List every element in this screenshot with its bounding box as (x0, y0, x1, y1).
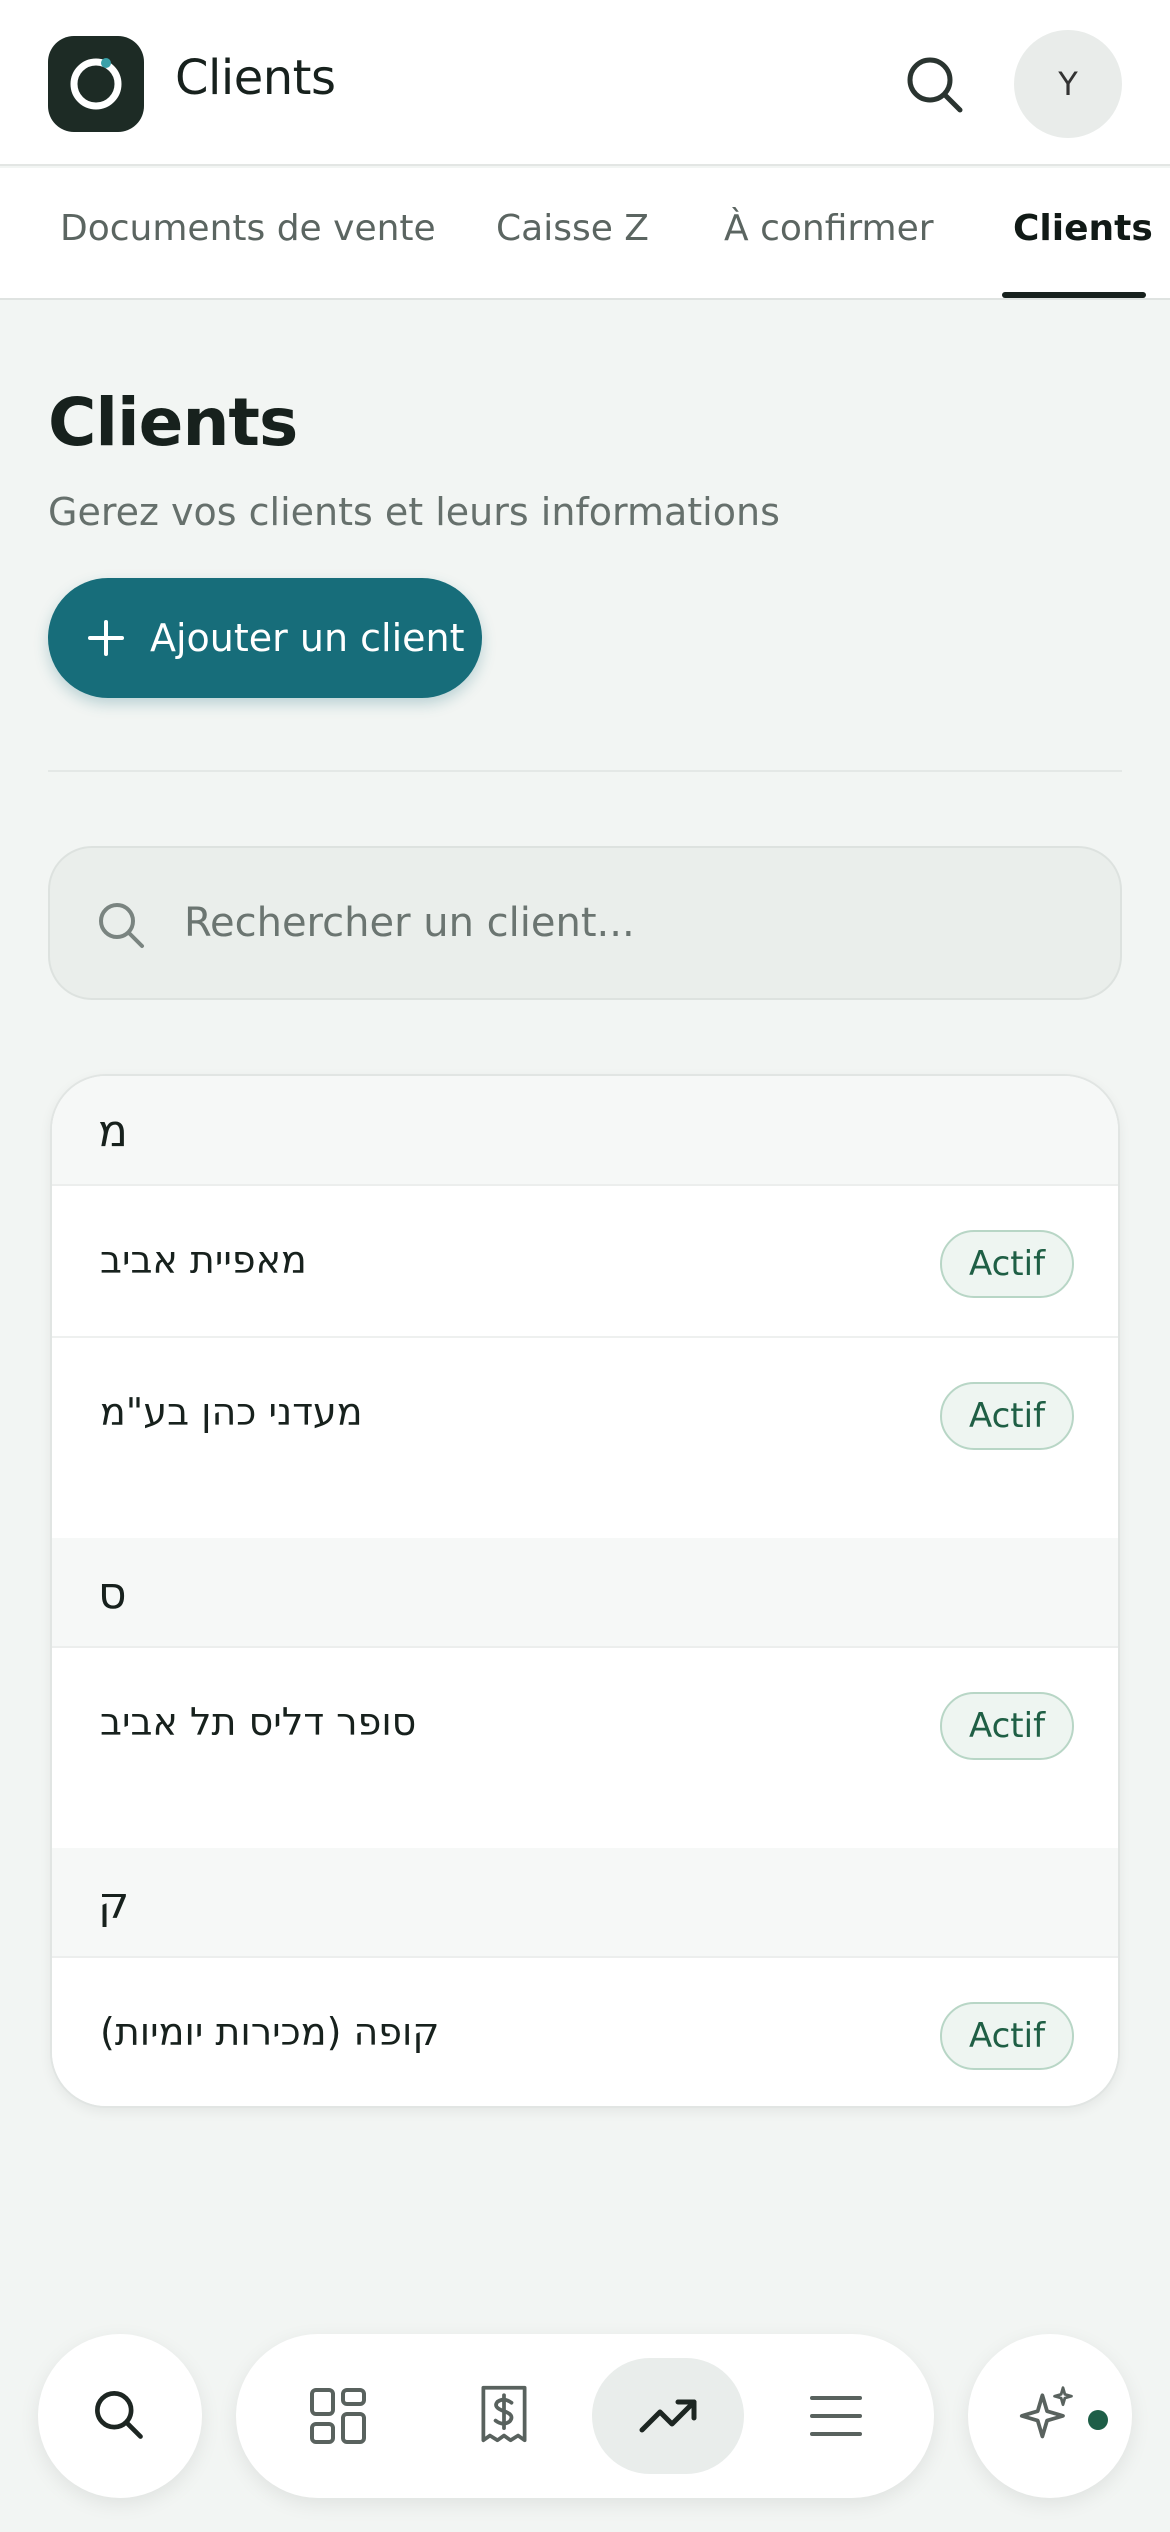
tab-caisse-z[interactable]: Caisse Z (496, 208, 649, 249)
status-badge: Actif (940, 2002, 1074, 2070)
app-logo-icon[interactable] (48, 36, 144, 132)
client-search-field[interactable] (48, 846, 1122, 1000)
client-row[interactable]: סופר דליס תל אביב Actif (52, 1648, 1118, 1800)
client-search-input[interactable] (184, 878, 1084, 968)
client-row[interactable]: קופה (מכירות יומיות) Actif (52, 1958, 1118, 2106)
receipt-dollar-icon[interactable] (474, 2384, 534, 2444)
group-header: ק (52, 1848, 1118, 1958)
dashboard-grid-icon[interactable] (308, 2386, 368, 2446)
notification-dot (1088, 2410, 1108, 2430)
group-header: ס (52, 1538, 1118, 1648)
nav-search-button[interactable] (38, 2334, 202, 2498)
page-subtitle: Gerez vos clients et leurs informations (48, 490, 780, 534)
trending-up-icon[interactable] (638, 2386, 698, 2446)
tab-clients[interactable]: Clients (1013, 208, 1153, 249)
tab-documents-de-vente[interactable]: Documents de vente (60, 208, 436, 249)
group-letter: ק (98, 1878, 130, 1929)
search-icon (99, 903, 144, 948)
section-divider (48, 770, 1122, 772)
tab-a-confirmer[interactable]: À confirmer (724, 208, 934, 249)
client-name: סופר דליס תל אביב (100, 1700, 417, 1744)
search-icon (95, 2391, 143, 2439)
add-client-label: Ajouter un client (150, 616, 465, 660)
app-header: Clients Y (0, 0, 1170, 166)
status-badge: Actif (940, 1692, 1074, 1760)
header-title: Clients (175, 50, 336, 106)
page-title: Clients (48, 384, 298, 461)
group-letter: ס (98, 1568, 127, 1619)
client-name: מעדני כהן בע"מ (100, 1390, 363, 1434)
client-list-card: מ מאפיית אביב Actif מעדני כהן בע"מ Actif… (50, 1074, 1120, 2108)
client-row[interactable]: מאפיית אביב Actif (52, 1186, 1118, 1338)
group-letter: מ (98, 1106, 128, 1157)
add-client-button[interactable]: Ajouter un client (48, 578, 482, 698)
client-row[interactable]: מעדני כהן בע"מ Actif (52, 1338, 1118, 1490)
status-badge: Actif (940, 1382, 1074, 1450)
search-icon[interactable] (900, 50, 970, 120)
client-name: מאפיית אביב (100, 1238, 307, 1282)
bottom-nav-bar (236, 2334, 934, 2498)
active-tab-indicator (1002, 292, 1146, 298)
sparkles-icon (1019, 2386, 1073, 2439)
menu-icon[interactable] (806, 2386, 866, 2446)
tab-bar: Documents de vente Caisse Z À confirmer … (0, 168, 1170, 300)
status-badge: Actif (940, 1230, 1074, 1298)
group-header: מ (52, 1076, 1118, 1186)
client-name: קופה (מכירות יומיות) (100, 2010, 440, 2054)
user-avatar[interactable]: Y (1014, 30, 1122, 138)
plus-icon (88, 620, 124, 656)
